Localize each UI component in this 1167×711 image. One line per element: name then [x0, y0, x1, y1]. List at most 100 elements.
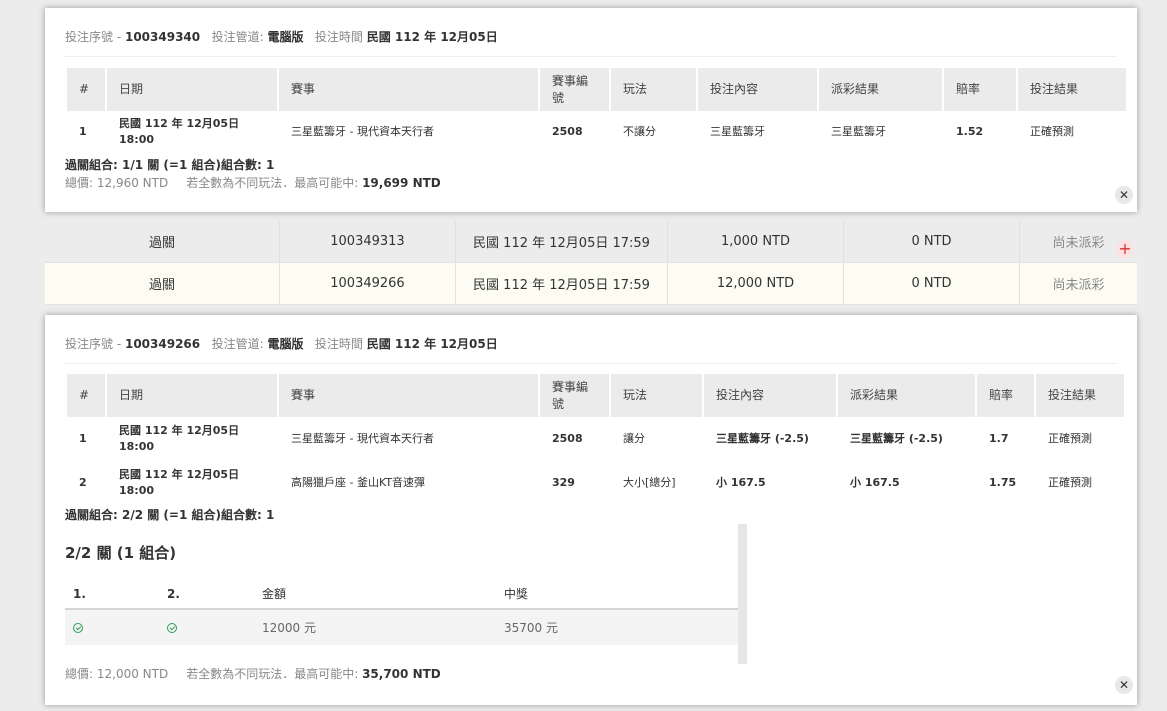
serial-value: 100349340	[124, 30, 201, 44]
bet-type: 過關	[45, 221, 280, 262]
col-header: 玩法	[611, 374, 702, 417]
check-circle-icon	[73, 622, 83, 633]
row-match: 三星藍籌牙 - 現代資本天行者	[291, 432, 434, 445]
max-win-label: 若全數為不同玩法．最高可能中:	[186, 176, 363, 190]
bet-amount: 1,000 NTD	[668, 221, 844, 262]
row-time: 18:00	[119, 133, 155, 146]
col-header: 賽事	[279, 68, 538, 111]
serial-label: 投注序號 -	[65, 30, 125, 44]
leg2-cell	[159, 609, 254, 645]
total-label: 總價:	[65, 667, 97, 681]
row-date: 民國 112 年 12月05日	[119, 424, 240, 437]
col-header: 日期	[107, 68, 277, 111]
row-datetime: 民國 112 年 12月05日 18:00	[107, 111, 277, 153]
table-header-row: # 日期 賽事 賽事編號 玩法 投注內容 派彩結果 賠率 投注結果	[67, 374, 1124, 417]
row-number: 1	[79, 432, 87, 445]
time-label: 投注時間	[314, 30, 367, 44]
summary-row[interactable]: 過關 100349313 民國 112 年 12月05日 17:59 1,000…	[45, 221, 1137, 263]
col-header: 中獎	[496, 579, 738, 610]
col-header: 派彩結果	[819, 68, 942, 111]
bet-type: 過關	[45, 263, 280, 304]
scrollbar[interactable]	[738, 524, 747, 664]
bet-meta: 投注序號 - 100349340 投注管道: 電腦版 投注時間 民國 112 年…	[65, 28, 498, 45]
bet-detail-card-1: 投注序號 - 100349340 投注管道: 電腦版 投注時間 民國 112 年…	[45, 8, 1137, 212]
col-header: 派彩結果	[838, 374, 975, 417]
summary-row[interactable]: 過關 100349266 民國 112 年 12月05日 17:59 12,00…	[45, 263, 1137, 305]
divider	[65, 363, 1117, 364]
col-header: 1.	[65, 579, 159, 610]
col-header: 2.	[159, 579, 254, 610]
check-circle-icon	[167, 622, 177, 633]
row-bet: 小 167.5	[716, 476, 766, 489]
row-play: 大小[總分]	[623, 476, 676, 489]
col-header: 賽事編號	[540, 374, 609, 417]
combination-row: 12000 元 35700 元	[65, 609, 738, 645]
row-match-id: 2508	[552, 432, 583, 445]
col-header: #	[67, 374, 105, 417]
combination-header-row: 1. 2. 金額 中獎	[65, 579, 738, 610]
row-outcome: 正確預測	[1030, 125, 1074, 138]
channel-label: 投注管道:	[211, 30, 268, 44]
row-result: 小 167.5	[850, 476, 900, 489]
time-label: 投注時間	[314, 337, 367, 351]
serial-label: 投注序號 -	[65, 337, 125, 351]
row-match: 高陽獵戶座 - 釜山KT音速彈	[291, 476, 426, 489]
divider	[65, 56, 1117, 57]
bet-detail-table: # 日期 賽事 賽事編號 玩法 投注內容 派彩結果 賠率 投注結果 1 民國 1…	[65, 68, 1128, 153]
row-result: 三星藍籌牙	[831, 125, 886, 138]
leg1-cell	[65, 609, 159, 645]
max-win-label: 若全數為不同玩法．最高可能中:	[186, 667, 363, 681]
row-time: 18:00	[119, 484, 155, 497]
bet-detail-table: # 日期 賽事 賽事編號 玩法 投注內容 派彩結果 賠率 投注結果 1 民國 1…	[65, 374, 1126, 505]
col-header: 投注結果	[1036, 374, 1124, 417]
bet-serial: 100349313	[280, 221, 456, 262]
row-time: 18:00	[119, 440, 155, 453]
bet-amount: 12,000 NTD	[668, 263, 844, 304]
row-bet: 三星藍籌牙	[710, 125, 765, 138]
row-match-id: 2508	[552, 125, 583, 138]
combination-amount: 12000 元	[254, 609, 496, 645]
bet-time: 民國 112 年 12月05日 17:59	[456, 263, 668, 304]
bet-payout: 0 NTD	[844, 221, 1020, 262]
channel-value: 電腦版	[267, 30, 304, 44]
combo-summary: 過關組合: 2/2 關 (=1 組合)組合數: 1	[65, 508, 275, 522]
max-win-value: 35,700 NTD	[362, 667, 441, 681]
bet-meta: 投注序號 - 100349266 投注管道: 電腦版 投注時間 民國 112 年…	[65, 335, 498, 352]
col-header: 玩法	[611, 68, 696, 111]
row-result: 三星藍籌牙 (-2.5)	[850, 432, 943, 445]
bet-status: 尚未派彩	[1052, 278, 1105, 293]
combination-table: 1. 2. 金額 中獎 12000 元 35700 元	[65, 579, 738, 645]
total-line: 總價: 12,000 NTD 若全數為不同玩法．最高可能中: 35,700 NTD	[65, 665, 441, 682]
bet-serial: 100349266	[280, 263, 456, 304]
col-header: #	[67, 68, 105, 111]
row-odds: 1.52	[956, 125, 984, 138]
row-play: 讓分	[623, 432, 645, 445]
row-odds: 1.7	[989, 432, 1009, 445]
row-outcome: 正確預測	[1048, 476, 1092, 489]
total-value: 12,960 NTD	[96, 176, 169, 190]
col-header: 金額	[254, 579, 496, 610]
total-value: 12,000 NTD	[96, 667, 169, 681]
total-label: 總價:	[65, 176, 97, 190]
col-header: 日期	[107, 374, 277, 417]
bet-detail-card-2: 投注序號 - 100349266 投注管道: 電腦版 投注時間 民國 112 年…	[45, 315, 1137, 705]
combo-summary: 過關組合: 1/1 關 (=1 組合)組合數: 1	[65, 158, 275, 172]
combination-panel: 2/2 關 (1 組合) 1. 2. 金額 中獎 12000 元 35700 元	[65, 524, 747, 664]
row-date: 民國 112 年 12月05日	[119, 468, 240, 481]
combination-title: 2/2 關 (1 組合)	[65, 544, 177, 562]
expand-plus-icon[interactable]: +	[1116, 240, 1134, 258]
close-icon[interactable]: ✕	[1115, 186, 1133, 204]
col-header: 賠率	[977, 374, 1034, 417]
row-bet: 三星藍籌牙 (-2.5)	[716, 432, 809, 445]
col-header: 賠率	[944, 68, 1016, 111]
channel-value: 電腦版	[267, 337, 304, 351]
combination-prize: 35700 元	[496, 609, 738, 645]
channel-label: 投注管道:	[211, 337, 268, 351]
close-icon[interactable]: ✕	[1115, 676, 1133, 694]
row-odds: 1.75	[989, 476, 1017, 489]
row-match-id: 329	[552, 476, 575, 489]
row-date: 民國 112 年 12月05日	[119, 117, 240, 130]
row-datetime: 民國 112 年 12月05日 18:00	[107, 417, 277, 461]
max-win-value: 19,699 NTD	[362, 176, 441, 190]
bet-payout: 0 NTD	[844, 263, 1020, 304]
